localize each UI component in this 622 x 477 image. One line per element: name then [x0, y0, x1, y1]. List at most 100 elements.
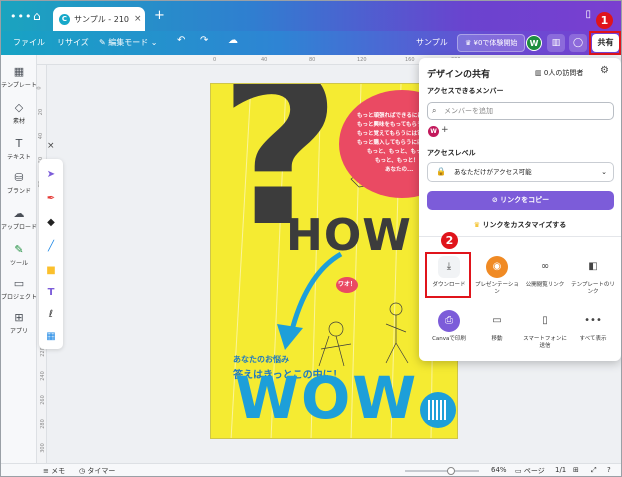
zoom-slider-handle[interactable] [447, 467, 455, 475]
download-callout-box [425, 252, 471, 298]
sidebar-item-upload[interactable]: ☁ アップロード [1, 207, 37, 231]
copy-link-button[interactable]: ⊘ リンクをコピー [427, 191, 614, 210]
zoom-slider-track[interactable] [405, 470, 479, 472]
sidebar-item-tools[interactable]: ✎ ツール [1, 243, 37, 267]
file-menu[interactable]: ファイル [13, 37, 45, 48]
redo-icon[interactable]: ↷ [200, 35, 208, 46]
tools-icon: ✎ [14, 243, 24, 256]
sidebar-item-label: アプリ [9, 328, 28, 335]
signature-icon[interactable]: ℓ [39, 309, 63, 320]
bar-chart-icon: ▥ [535, 69, 542, 77]
browser-menu-icon[interactable]: ••• [10, 10, 32, 23]
free-trial-button[interactable]: ♛ ¥0で体験開始 [457, 34, 526, 52]
visitors-count[interactable]: ▥ 0人の訪問者 [535, 68, 583, 78]
callout-number-2: 2 [441, 232, 458, 249]
page-count: 1/1 [555, 466, 567, 474]
text-icon: T [15, 137, 23, 150]
ruler-tick: 280 [39, 419, 46, 429]
pen-icon[interactable]: ✒ [39, 193, 63, 204]
user-avatar[interactable]: W [526, 35, 542, 51]
customize-link-button[interactable]: ♛ リンクをカスタマイズする [419, 220, 621, 230]
line-icon[interactable]: ╱ [39, 241, 63, 252]
public-view-link-option[interactable]: ∞ 公開閲覧リンク [522, 256, 568, 289]
ruler-tick: 40 [261, 57, 268, 63]
member-avatar: W [428, 126, 439, 137]
ruler-tick: 240 [39, 371, 46, 381]
tab-close-icon[interactable]: × [134, 14, 142, 24]
search-icon: ⌕ [432, 106, 437, 115]
help-icon[interactable]: ? [607, 466, 611, 474]
app-window: ••• ⌂ C サンプル - 210 × 297... × + ▯ ファイル リ… [0, 0, 622, 477]
link-icon: ∞ [540, 261, 550, 272]
resize-menu[interactable]: リサイズ [57, 37, 89, 48]
sidebar-item-label: プロジェクト [1, 294, 38, 301]
pages-button[interactable]: ▭ ページ [515, 466, 545, 476]
grid-view-icon[interactable]: ⊞ [573, 466, 579, 474]
sidebar-item-text[interactable]: T テキスト [1, 137, 37, 161]
ruler-tick: 160 [405, 57, 415, 63]
cloud-save-icon[interactable]: ☁ [228, 35, 238, 46]
move-option[interactable]: ▭ 移動 [474, 310, 520, 343]
zoom-level[interactable]: 64% [491, 466, 507, 474]
apps-icon: ⊞ [14, 311, 24, 324]
present-option[interactable]: ◉ プレゼンテーション [474, 256, 520, 296]
pencil-icon: ✎ [99, 38, 106, 47]
sidebar-item-label: テンプレート [1, 82, 37, 89]
template-link-option[interactable]: ◧ テンプレートのリンク [570, 256, 616, 296]
print-option[interactable]: ⎙ Canvaで印刷 [426, 310, 472, 343]
pages-label: ページ [523, 467, 545, 475]
sticky-note-icon[interactable]: ■ [39, 265, 63, 276]
edit-mode-label: 編集モード [108, 38, 149, 47]
callout-number-1: 1 [596, 12, 613, 29]
sidebar-item-brand[interactable]: ⛁ ブランド [1, 171, 37, 195]
timer-button[interactable]: ◷ タイマー [79, 466, 115, 476]
new-tab-icon[interactable]: + [154, 8, 165, 23]
sidebar-item-projects[interactable]: ▭ プロジェクト [1, 277, 37, 301]
send-to-phone-option[interactable]: ▯ スマートフォンに送信 [522, 310, 568, 350]
timer-icon: ◷ [79, 467, 86, 475]
how-heading: HOW [286, 210, 412, 261]
gear-icon[interactable]: ⚙ [600, 65, 609, 76]
sidebar-item-label: アップロード [1, 224, 38, 231]
notes-icon: ≡ [43, 467, 49, 475]
browser-tab-bar: ••• ⌂ C サンプル - 210 × 297... × + ▯ [1, 1, 621, 31]
browser-tab[interactable]: C サンプル - 210 × 297... × [53, 7, 145, 31]
marker-icon[interactable]: ◆ [39, 217, 63, 228]
elements-icon: ◇ [14, 101, 24, 114]
share-panel: デザインの共有 ▥ 0人の訪問者 ⚙ アクセスできるメンバー ⌕ メンバーを追加… [419, 58, 621, 361]
brand-icon: ⛁ [14, 171, 24, 184]
fullscreen-icon[interactable]: ⤢ [591, 466, 597, 475]
text-tool-icon[interactable]: T [39, 287, 63, 298]
ruler-tick: 260 [39, 395, 46, 405]
sidebar-item-templates[interactable]: ▦ テンプレート [1, 65, 37, 89]
sidebar-item-apps[interactable]: ⊞ アプリ [1, 311, 37, 335]
notes-button[interactable]: ≡ メモ [43, 466, 65, 476]
member-search-input[interactable]: ⌕ メンバーを追加 [427, 102, 614, 120]
add-member-icon[interactable]: + [441, 125, 449, 135]
ruler-tick: 0 [213, 57, 217, 63]
insights-icon[interactable]: ▥ [547, 34, 565, 52]
more-icon: ••• [584, 315, 602, 326]
select-pointer-icon[interactable]: ➤ [39, 169, 63, 180]
document-name[interactable]: サンプル [416, 37, 448, 48]
option-label: 公開閲覧リンク [525, 282, 565, 288]
option-label: Canvaで印刷 [432, 336, 466, 342]
comment-icon[interactable]: ◯ [569, 34, 587, 52]
notes-label: メモ [51, 467, 66, 475]
left-sidebar: ▦ テンプレート ◇ 素材 T テキスト ⛁ ブランド ☁ アップロード ✎ ツ… [1, 55, 37, 465]
visitors-label: 0人の訪問者 [543, 69, 584, 77]
option-label: スマートフォンに送信 [523, 336, 567, 349]
close-toolstrip-icon[interactable]: × [47, 141, 55, 151]
table-icon[interactable]: ▦ [39, 331, 63, 342]
ruler-tick: 300 [39, 443, 46, 453]
print-icon: ⎙ [438, 310, 460, 332]
see-all-option[interactable]: ••• すべて表示 [570, 310, 616, 343]
edit-mode-menu[interactable]: ✎ 編集モード ⌄ [99, 37, 158, 48]
sidebar-item-elements[interactable]: ◇ 素材 [1, 101, 37, 125]
window-restore-icon[interactable]: ▯ [585, 9, 591, 20]
access-level-select[interactable]: 🔒 あなただけがアクセス可能 ⌄ [427, 162, 614, 182]
drawing-toolstrip: ➤ ✒ ◆ ╱ ■ T ℓ ▦ [39, 159, 63, 349]
undo-icon[interactable]: ↶ [177, 35, 185, 46]
crown-icon: ♛ [465, 39, 472, 47]
home-icon[interactable]: ⌂ [33, 9, 41, 23]
